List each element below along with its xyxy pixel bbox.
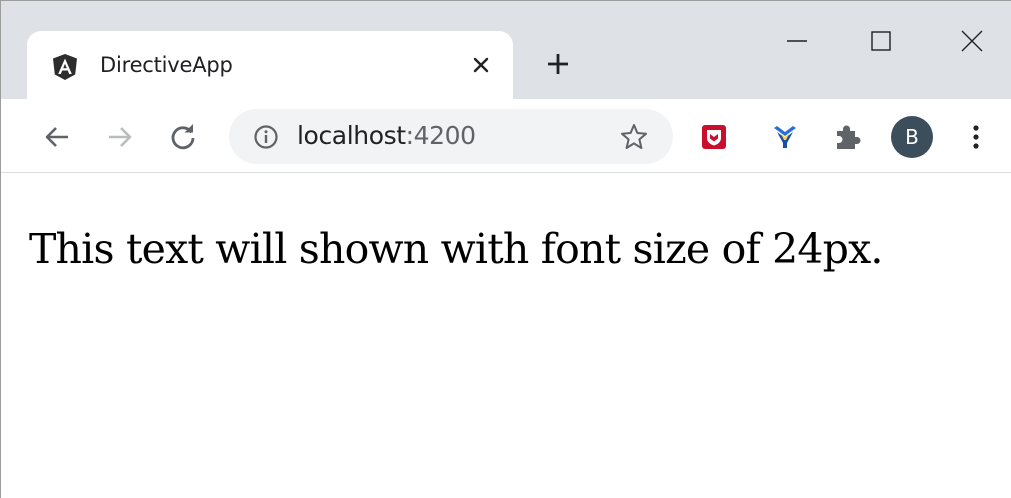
url-text: localhost:4200	[297, 121, 476, 150]
window-close-button[interactable]	[948, 21, 996, 61]
minimize-icon	[787, 40, 807, 42]
browser-toolbar: localhost:4200 B	[1, 99, 1011, 173]
more-vert-icon	[973, 125, 979, 149]
url-port: :4200	[405, 121, 476, 150]
arrow-right-icon	[109, 127, 132, 147]
tab-strip: DirectiveApp	[1, 1, 1011, 99]
address-bar[interactable]: localhost:4200	[229, 109, 673, 164]
mcafee-extension-button[interactable]	[696, 119, 732, 155]
maximize-icon	[871, 31, 891, 51]
yslow-extension-button[interactable]	[767, 119, 803, 155]
reload-button[interactable]	[165, 119, 201, 155]
info-icon[interactable]	[253, 124, 279, 150]
extensions-button[interactable]	[829, 119, 865, 155]
arrow-left-icon	[45, 127, 68, 147]
forward-button[interactable]	[102, 119, 138, 155]
url-host: localhost	[297, 121, 406, 150]
puzzle-piece-icon	[837, 125, 861, 149]
font-size-paragraph: This text will shown with font size of 2…	[29, 225, 883, 273]
close-icon	[961, 30, 983, 52]
close-icon	[473, 57, 489, 73]
browser-window: DirectiveApp localhost:4200 B This text …	[0, 0, 1011, 498]
maximize-button[interactable]	[857, 21, 905, 61]
minimize-button[interactable]	[773, 21, 821, 61]
star-icon[interactable]	[619, 122, 649, 152]
mcafee-shield-icon	[702, 125, 726, 149]
tab-directiveapp[interactable]: DirectiveApp	[27, 31, 513, 99]
page-content: This text will shown with font size of 2…	[1, 173, 1011, 498]
angular-icon	[53, 54, 77, 80]
menu-button[interactable]	[958, 119, 994, 155]
new-tab-button[interactable]	[541, 47, 575, 81]
reload-icon	[171, 124, 195, 150]
profile-avatar[interactable]: B	[891, 116, 933, 158]
plus-icon	[548, 54, 568, 74]
back-button[interactable]	[39, 119, 75, 155]
funnel-icon	[774, 126, 796, 148]
tab-close-button[interactable]	[465, 49, 497, 81]
tab-title: DirectiveApp	[100, 53, 233, 77]
